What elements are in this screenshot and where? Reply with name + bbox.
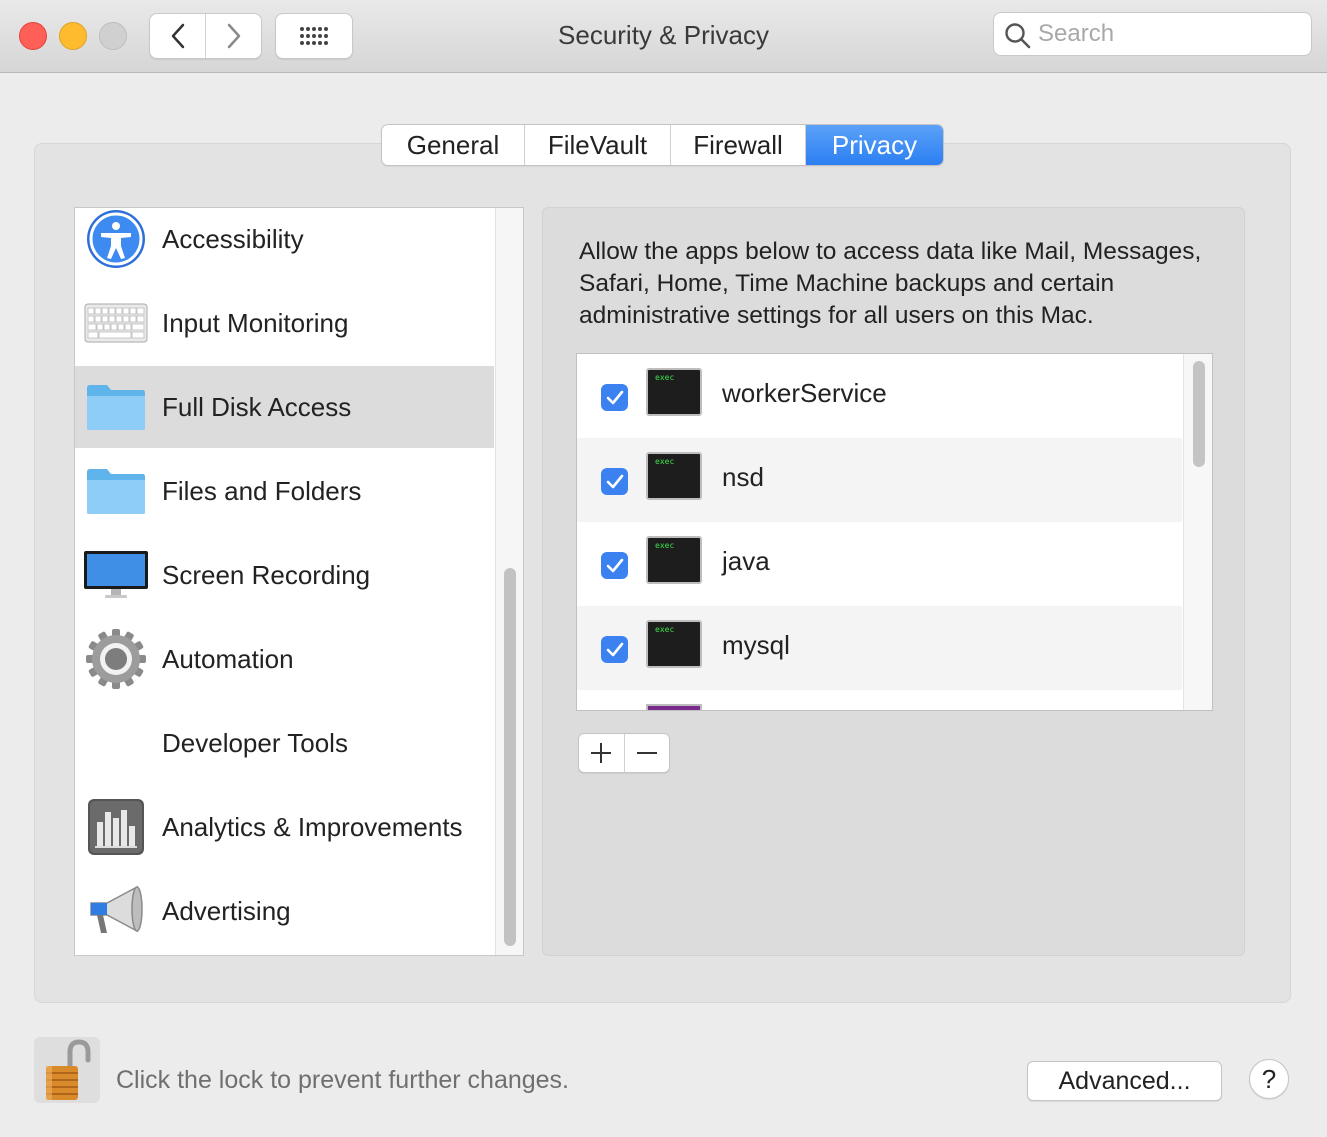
app-list-scrollbar[interactable] [1183,354,1212,710]
app-checkbox[interactable] [601,468,628,495]
app-name: java [722,546,770,576]
exec-icon: exec [646,620,702,668]
accessibility-icon [83,208,149,272]
category-label: Screen Recording [162,559,371,590]
bar-chart-icon [83,794,149,860]
app-checkbox[interactable] [601,636,628,663]
category-files-and-folders[interactable]: Files and Folders [75,450,494,532]
category-list-scroll-thumb[interactable] [504,568,516,946]
privacy-category-list: Accessibility Input Monitoring Full Disk [74,207,524,956]
tab-filevault[interactable]: FileVault [525,125,671,165]
tab-bar: General FileVault Firewall Privacy [381,124,944,166]
app-name: workerService [722,378,887,408]
monitor-icon [83,542,149,608]
tab-general[interactable]: General [382,125,525,165]
app-name: mysql [722,630,790,660]
app-row-partial[interactable] [577,690,1182,710]
exec-icon: exec [646,452,702,500]
category-advertising[interactable]: Advertising [75,870,494,952]
category-list-scrollbar[interactable] [495,208,523,955]
keyboard-icon [83,290,149,356]
title-bar: Security & Privacy [0,0,1327,73]
privacy-description: Allow the apps below to access data like… [579,238,1202,329]
unlocked-lock-icon [46,1039,91,1100]
checkmark-icon [606,474,623,488]
help-button[interactable]: ? [1249,1059,1289,1099]
category-label: Automation [162,643,294,674]
category-label: Accessibility [162,223,304,254]
category-screen-recording[interactable]: Screen Recording [75,534,494,616]
category-label: Analytics & Improvements [162,811,463,842]
exec-icon: exec [646,368,702,416]
app-name: nsd [722,462,764,492]
app-row-nsd[interactable]: exec nsd [577,438,1182,522]
tab-firewall[interactable]: Firewall [671,125,806,165]
checkmark-icon [606,642,623,656]
lock-status-text: Click the lock to prevent further change… [116,1066,570,1094]
app-row-java[interactable]: exec java [577,522,1182,606]
lock-button[interactable] [34,1037,100,1103]
checkmark-icon [606,558,623,572]
category-developer-tools[interactable]: Developer Tools [75,702,494,784]
gear-icon [83,626,149,692]
remove-app-button[interactable] [625,734,670,772]
app-row-mysql[interactable]: exec mysql [577,606,1182,690]
megaphone-icon [83,878,149,944]
full-disk-access-pane: Allow the apps below to access data like… [542,207,1245,956]
search-icon [1005,23,1031,49]
app-row-workerservice[interactable]: exec workerService [577,354,1182,438]
category-automation[interactable]: Automation [75,618,494,700]
app-list-scroll-thumb[interactable] [1193,361,1205,467]
add-remove-buttons [578,733,670,773]
minus-icon [636,752,657,754]
category-label: Files and Folders [162,475,362,506]
category-label: Full Disk Access [162,391,352,422]
checkmark-icon [606,390,623,404]
app-list: exec workerService exec nsd exec java ex… [576,353,1213,711]
category-accessibility[interactable]: Accessibility [75,208,494,280]
advanced-button[interactable]: Advanced... [1027,1061,1222,1101]
search-field[interactable] [993,12,1312,56]
app-icon [646,704,702,710]
category-input-monitoring[interactable]: Input Monitoring [75,282,494,364]
tab-privacy[interactable]: Privacy [806,125,943,165]
app-checkbox[interactable] [601,552,628,579]
category-full-disk-access[interactable]: Full Disk Access [75,366,494,448]
plus-icon [591,743,612,763]
search-input[interactable] [1038,13,1298,55]
exec-icon: exec [646,536,702,584]
category-label: Developer Tools [162,727,348,758]
folder-icon [83,374,149,440]
category-label: Input Monitoring [162,307,349,338]
folder-icon [83,458,149,524]
category-label: Advertising [162,895,291,926]
add-app-button[interactable] [579,734,625,772]
category-analytics-improvements[interactable]: Analytics & Improvements [75,786,494,868]
app-checkbox[interactable] [601,384,628,411]
